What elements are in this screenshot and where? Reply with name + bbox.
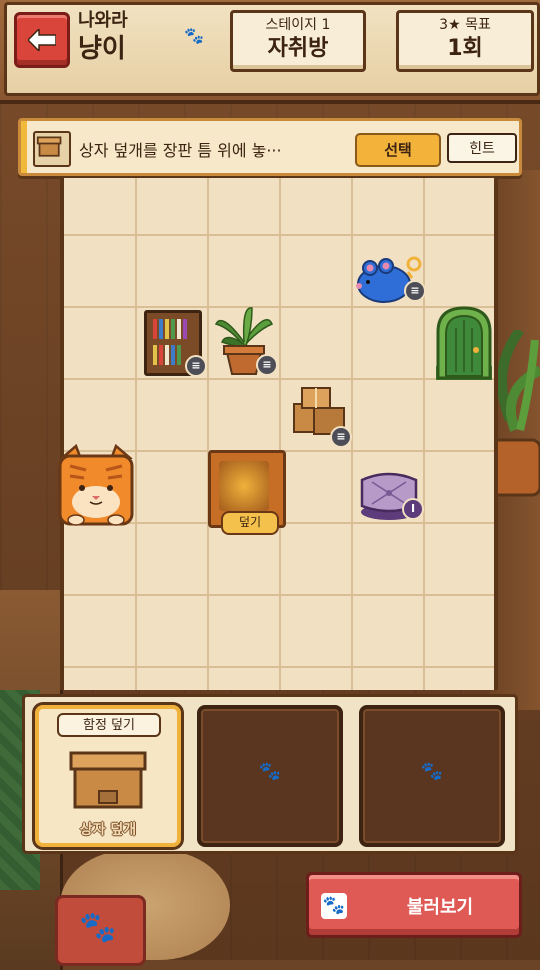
book: [153, 319, 157, 339]
book: [159, 345, 163, 365]
book: [165, 345, 169, 365]
hint-bar: 상자 덮개를 장판 틈 위에 놓··· 선택 힌트: [18, 118, 522, 176]
orange-cat[interactable]: [56, 444, 136, 528]
grid-line: [64, 234, 494, 236]
paw-icon: 🐾: [321, 893, 347, 919]
menu-badge-icon: ≡: [185, 355, 207, 377]
book: [183, 319, 187, 339]
stage-name: 자취방: [267, 36, 329, 61]
back-arrow-icon: [28, 29, 56, 51]
game-title: 나와라 냥이: [78, 10, 188, 76]
game-title-line1: 나와라: [78, 10, 128, 31]
book: [165, 319, 169, 339]
grid-line: [64, 306, 494, 308]
menu-badge-icon: ≡: [330, 426, 352, 448]
bookshelf[interactable]: ≡: [144, 310, 207, 377]
grid-line: [279, 178, 281, 690]
item-inventory: 함정 덮기 상자 덮개 🐾 🐾: [22, 694, 518, 854]
grid-line: [64, 666, 494, 668]
book: [177, 345, 181, 365]
select-button[interactable]: 선택: [355, 133, 441, 167]
hint-button[interactable]: 힌트: [447, 133, 517, 163]
call-cat-button[interactable]: 🐾 불러보기: [306, 872, 522, 938]
pillow-paw-icon: 🐾: [79, 910, 117, 945]
stage-label: 스테이지 1: [265, 17, 331, 33]
trap-hole-icon: [219, 461, 269, 511]
goal-label: 3★ 목표: [439, 17, 491, 33]
trap-cover-label: 덮기: [221, 511, 279, 535]
call-cat-label: 불러보기: [406, 897, 474, 918]
top-header: 나와라 냥이 🐾 스테이지 1 자취방 3★ 목표 1회: [0, 0, 540, 104]
hint-text: 상자 덮개를 장판 틈 위에 놓···: [79, 141, 282, 160]
grid-line: [207, 178, 209, 690]
paw-icon: 🐾: [420, 761, 444, 782]
game-board[interactable]: ≡ ≡ ≡ ≡ 덮기 I: [58, 178, 498, 690]
exit-door[interactable]: [436, 306, 492, 380]
grid-line: [64, 594, 494, 596]
book: [171, 345, 175, 365]
paw-icon: 🐾: [258, 761, 282, 782]
book: [159, 319, 163, 339]
floor-trap[interactable]: 덮기: [208, 450, 286, 535]
inventory-slot-empty[interactable]: 🐾: [197, 705, 343, 847]
paw-icon: 🐾: [184, 26, 204, 45]
menu-badge-icon: I: [402, 498, 424, 520]
box-cover-icon: [33, 131, 71, 167]
grid-line: [64, 378, 494, 380]
goal-value: 1회: [447, 36, 483, 61]
slot-item-name: 상자 덮개: [79, 822, 137, 838]
book: [153, 345, 157, 365]
inventory-slot-empty[interactable]: 🐾: [359, 705, 505, 847]
menu-badge-icon: ≡: [404, 280, 426, 302]
book: [177, 319, 181, 339]
inventory-slot-selected[interactable]: 함정 덮기 상자 덮개: [35, 705, 181, 847]
box-icon: [36, 136, 62, 157]
slot-title: 함정 덮기: [57, 713, 161, 737]
box-cover-icon: [69, 751, 147, 809]
grid-line: [135, 178, 137, 690]
back-button[interactable]: [14, 12, 70, 68]
book: [171, 319, 175, 339]
menu-badge-icon: ≡: [256, 354, 278, 376]
goal-indicator: 3★ 목표 1회: [396, 10, 534, 72]
hint-accent: [21, 121, 27, 173]
game-title-line2: 냥이: [78, 34, 126, 64]
stage-indicator: 스테이지 1 자취방: [230, 10, 366, 72]
grid-line: [423, 178, 425, 690]
